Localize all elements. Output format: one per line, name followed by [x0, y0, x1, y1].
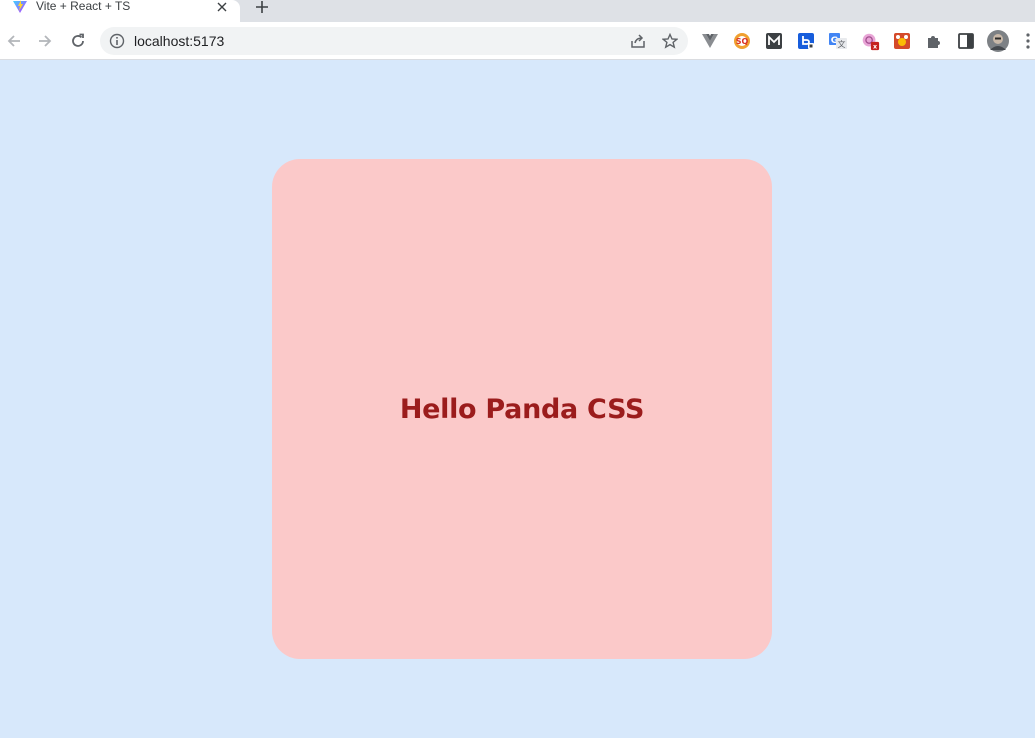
vue-devtools-icon[interactable]: [700, 31, 720, 51]
browser-toolbar: localhost:5173 SQ G 文 x: [0, 22, 1035, 60]
forward-button[interactable]: [33, 29, 57, 53]
tab-strip: Vite + React + TS: [0, 0, 1035, 22]
side-panel-icon[interactable]: [956, 31, 976, 51]
reload-icon: [72, 33, 84, 47]
address-bar[interactable]: localhost:5173: [100, 27, 688, 55]
reload-button[interactable]: [66, 29, 90, 53]
page-viewport: Hello Panda CSS: [0, 60, 1035, 738]
new-tab-button[interactable]: [252, 0, 272, 14]
m-extension-icon[interactable]: [764, 31, 784, 51]
svg-text:x: x: [873, 44, 877, 51]
puzzle-icon[interactable]: [924, 31, 944, 51]
google-translate-icon[interactable]: G 文: [828, 31, 848, 51]
card-heading: Hello Panda CSS: [399, 393, 645, 425]
svg-text:SQ: SQ: [736, 37, 749, 46]
share-icon[interactable]: [628, 31, 648, 51]
pocket-icon[interactable]: x: [860, 31, 880, 51]
back-button[interactable]: [2, 29, 26, 53]
arrow-right-icon: [39, 35, 52, 47]
hello-card: Hello Panda CSS: [272, 159, 772, 659]
star-icon[interactable]: [660, 31, 680, 51]
devtools-extension-icon[interactable]: [892, 31, 912, 51]
bitwarden-icon[interactable]: [796, 31, 816, 51]
close-icon[interactable]: [214, 0, 230, 14]
kebab-menu-icon[interactable]: [1022, 31, 1034, 51]
browser-tab[interactable]: Vite + React + TS: [0, 0, 240, 22]
arrow-left-icon: [7, 35, 20, 47]
so-extension-icon[interactable]: SQ: [732, 31, 752, 51]
avatar[interactable]: [986, 29, 1010, 53]
svg-text:文: 文: [838, 39, 846, 49]
url-text[interactable]: localhost:5173: [134, 33, 224, 49]
info-icon[interactable]: [109, 33, 125, 49]
vite-logo-icon: [12, 0, 28, 14]
tab-title: Vite + React + TS: [36, 0, 131, 13]
